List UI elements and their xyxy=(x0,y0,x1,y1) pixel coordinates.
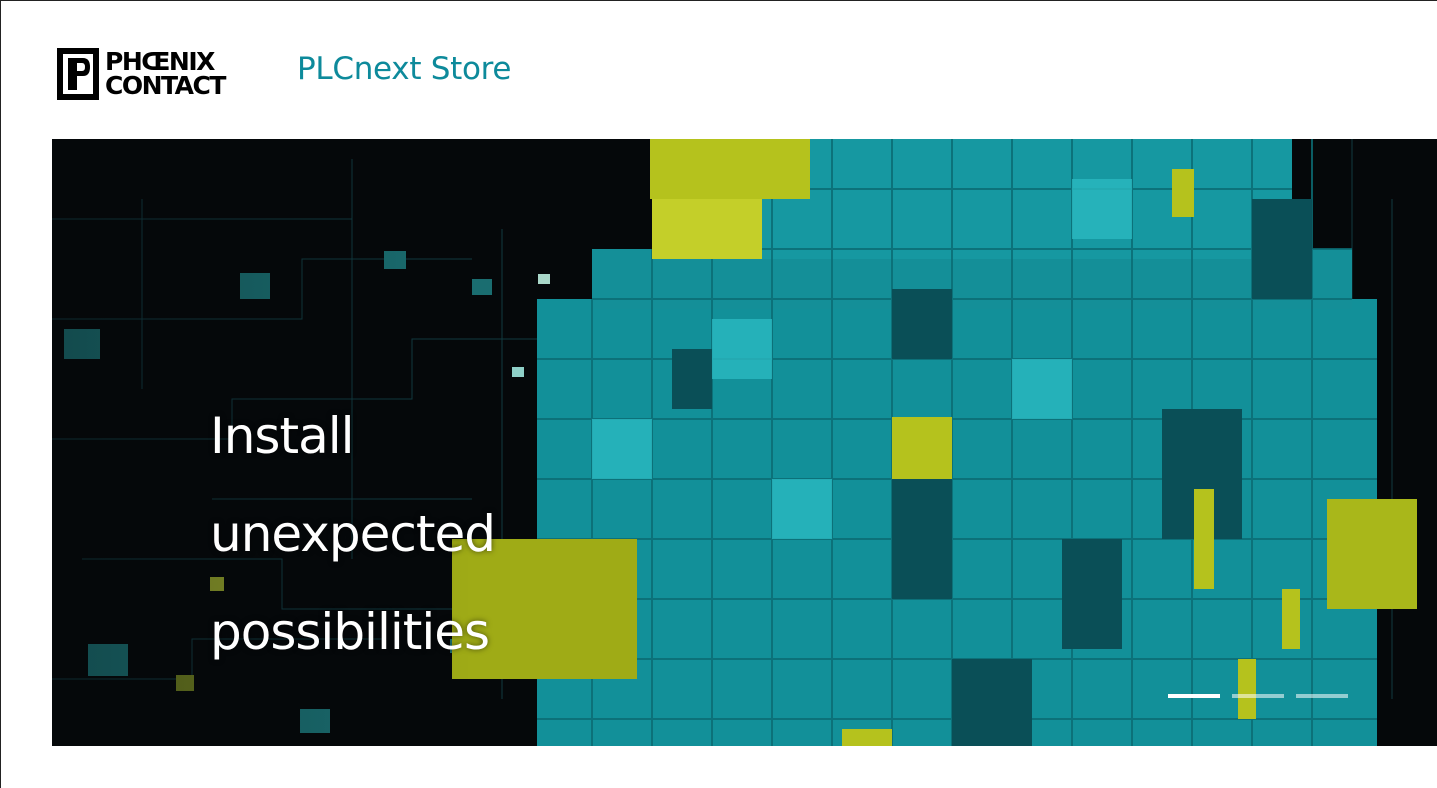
store-title[interactable]: PLCnext Store xyxy=(297,51,511,87)
hero-headline-line-3: possibilities xyxy=(210,603,490,661)
phoenix-contact-logo[interactable]: PHŒNIX CONTACT xyxy=(57,48,265,100)
phoenix-contact-logo-icon xyxy=(57,48,99,100)
site-header: PHŒNIX CONTACT PLCnext Store xyxy=(1,1,1437,139)
hero-headline-line-2: unexpected xyxy=(210,505,496,563)
hero-carousel[interactable]: Install unexpected possibilities xyxy=(52,139,1437,746)
hero-headline-line-1: Install xyxy=(210,407,355,465)
page: PHŒNIX CONTACT PLCnext Store Install une… xyxy=(0,0,1437,788)
hero-headline: Install unexpected possibilities xyxy=(210,387,630,681)
carousel-indicator-3[interactable] xyxy=(1296,694,1348,698)
carousel-indicators xyxy=(1168,694,1348,698)
carousel-indicator-1[interactable] xyxy=(1168,694,1220,698)
carousel-indicator-2[interactable] xyxy=(1232,694,1284,698)
logo-wordmark: PHŒNIX CONTACT xyxy=(105,49,226,100)
logo-line-contact: CONTACT xyxy=(105,71,226,100)
